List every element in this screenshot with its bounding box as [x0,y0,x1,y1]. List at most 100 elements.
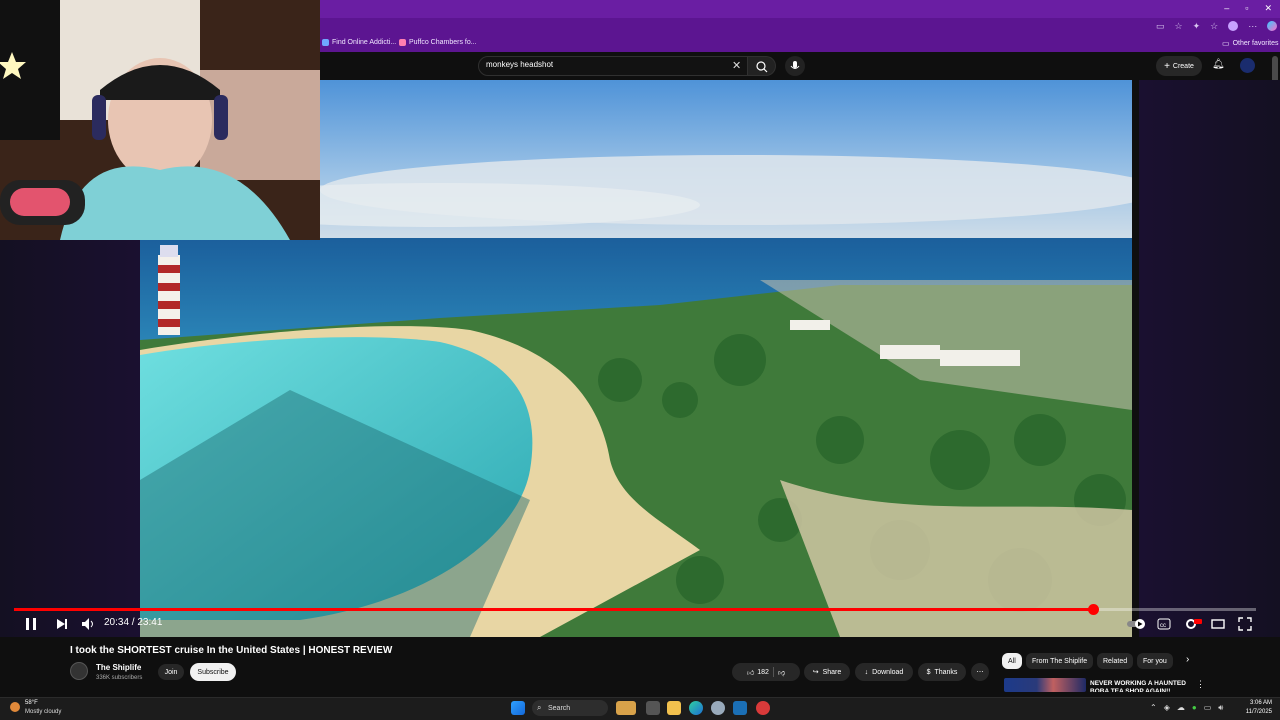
video-title: I took the SHORTEST cruise In the United… [70,645,393,656]
recommendation-title[interactable]: NEVER WORKING A HAUNTED BOBA TEA SHOP AG… [1090,680,1194,692]
extensions-icon[interactable]: ✦ [1193,21,1201,32]
bookmark-item[interactable]: Puffco Chambers fo... [399,39,477,46]
taskbar-search-label: Search [548,704,571,712]
weather-description: Mostly cloudy [25,709,62,715]
other-favorites[interactable]: ▭ Other favorites [1222,39,1278,48]
other-favorites-label: Other favorites [1232,40,1279,47]
steam-icon[interactable] [733,701,747,715]
thanks-button[interactable]: $ Thanks [918,663,966,681]
channel-name[interactable]: The Shiplife [96,663,141,672]
plus-icon: + [1164,60,1170,72]
join-button[interactable]: Join [158,664,184,680]
file-explorer-icon[interactable] [667,701,681,715]
like-count: 182 [757,668,769,676]
settings-app-icon[interactable] [711,701,725,715]
recommendation-more-icon[interactable]: ⋮ [1196,679,1205,690]
restore-icon[interactable]: ▫ [1245,3,1248,14]
chip-from-channel[interactable]: From The Shiplife [1026,653,1094,669]
download-icon: ↓ [864,668,869,676]
share-icon: ↪ [812,669,819,676]
streamer-webcam-image [0,0,320,240]
speaker-icon[interactable]: 🔊︎ [1218,703,1223,713]
weather-temperature: 58°F [25,700,38,706]
like-button[interactable]: 👍︎ 182 [747,668,769,677]
share-button[interactable]: ↪ Share [804,663,850,681]
bookmark-label: Puffco Chambers fo... [409,39,477,46]
thanks-label: Thanks [934,668,958,676]
chip-all[interactable]: All [1002,653,1022,669]
tray-app-icon[interactable]: ◈ [1164,703,1170,713]
chip-for-you[interactable]: For you [1137,653,1173,669]
recommendation-thumbnail[interactable] [1004,678,1086,692]
share-label: Share [822,668,842,676]
autoplay-toggle-icon [1127,619,1145,629]
settings-button[interactable] [1184,616,1202,632]
search-icon: ⌕ [537,703,542,712]
display-icon[interactable]: ▭ [1204,703,1212,713]
account-avatar[interactable] [1240,58,1255,73]
divider [772,667,774,677]
fullscreen-icon [1238,617,1252,631]
webcam-overlay [0,0,320,240]
tab-icon[interactable]: ▭ [1156,21,1165,32]
start-windows-icon[interactable] [511,701,525,715]
microphone-icon [790,61,800,69]
svg-text:cc: cc [1160,623,1166,629]
tray-green-icon[interactable]: ● [1192,703,1197,713]
more-icon: ⋯ [976,669,984,676]
fullscreen-button[interactable] [1238,616,1252,632]
theater-mode-button[interactable] [1211,616,1225,632]
clear-search-icon[interactable]: ✕ [732,59,741,72]
clock-time[interactable]: 3:06 AM [1240,700,1272,706]
bookmark-favicon-icon [322,39,329,46]
captions-icon: cc [1157,618,1171,630]
close-window-icon[interactable]: ✕ [1264,3,1272,14]
folder-icon: ▭ [1222,39,1230,48]
cloud-icon[interactable]: ☁ [1177,703,1185,713]
settings-gear-icon [1186,619,1202,629]
autoplay-toggle[interactable] [1126,616,1148,632]
chevron-right-icon[interactable]: › [1186,654,1189,665]
chevron-up-icon[interactable]: ⌃ [1150,703,1157,713]
favorites-icon[interactable]: ☆ [1210,21,1218,32]
bookmark-item[interactable]: Find Online Addicti... [322,39,396,46]
more-actions-button[interactable]: ⋯ [971,663,989,681]
favorite-star-icon[interactable]: ☆ [1175,21,1183,32]
dislike-button[interactable]: 👎︎ [778,668,785,677]
captions-button[interactable]: cc [1157,616,1171,632]
search-query: monkeys headshot [486,60,554,69]
chip-related[interactable]: Related [1097,653,1134,669]
menu-icon[interactable]: ⋯ [1248,21,1257,32]
thumbs-down-icon: 👎︎ [777,669,786,677]
obs-icon[interactable] [756,701,770,715]
taskbar-search[interactable]: ⌕ Search [532,700,608,716]
volume-button[interactable] [81,616,95,632]
theater-icon [1211,619,1225,629]
channel-avatar[interactable] [70,662,88,680]
pause-button[interactable] [24,616,38,632]
subscribe-button[interactable]: Subscribe [190,663,236,681]
widgets-icon[interactable] [616,701,636,715]
system-tray: ⌃ ◈ ☁ ● ▭ 🔊︎ [1150,703,1223,713]
bookmark-label: Find Online Addicti... [332,39,397,46]
like-dislike-group: 👍︎ 182 👎︎ [732,663,800,681]
volume-icon [82,618,93,630]
create-button[interactable]: + Create [1156,56,1202,76]
voice-search-button[interactable] [785,56,805,76]
minimize-icon[interactable]: – [1224,3,1229,14]
task-view-icon[interactable] [646,701,660,715]
download-button[interactable]: ↓ Download [855,663,913,681]
pause-icon [26,618,36,630]
copilot-icon[interactable] [1267,21,1278,31]
profile-icon[interactable] [1228,21,1239,31]
notifications-bell-icon[interactable]: 🔔︎ [1212,59,1225,70]
address-bar[interactable]: ▭ ☆ ✦ ☆ ⋯ [320,18,1280,36]
search-button[interactable] [748,56,776,76]
next-icon [57,619,67,629]
search-icon [756,61,768,73]
clock-date[interactable]: 11/7/2025 [1240,709,1272,715]
edge-browser-icon[interactable] [689,701,703,715]
weather-icon[interactable] [10,702,20,712]
create-label: Create [1172,62,1194,70]
next-button[interactable] [55,616,69,632]
